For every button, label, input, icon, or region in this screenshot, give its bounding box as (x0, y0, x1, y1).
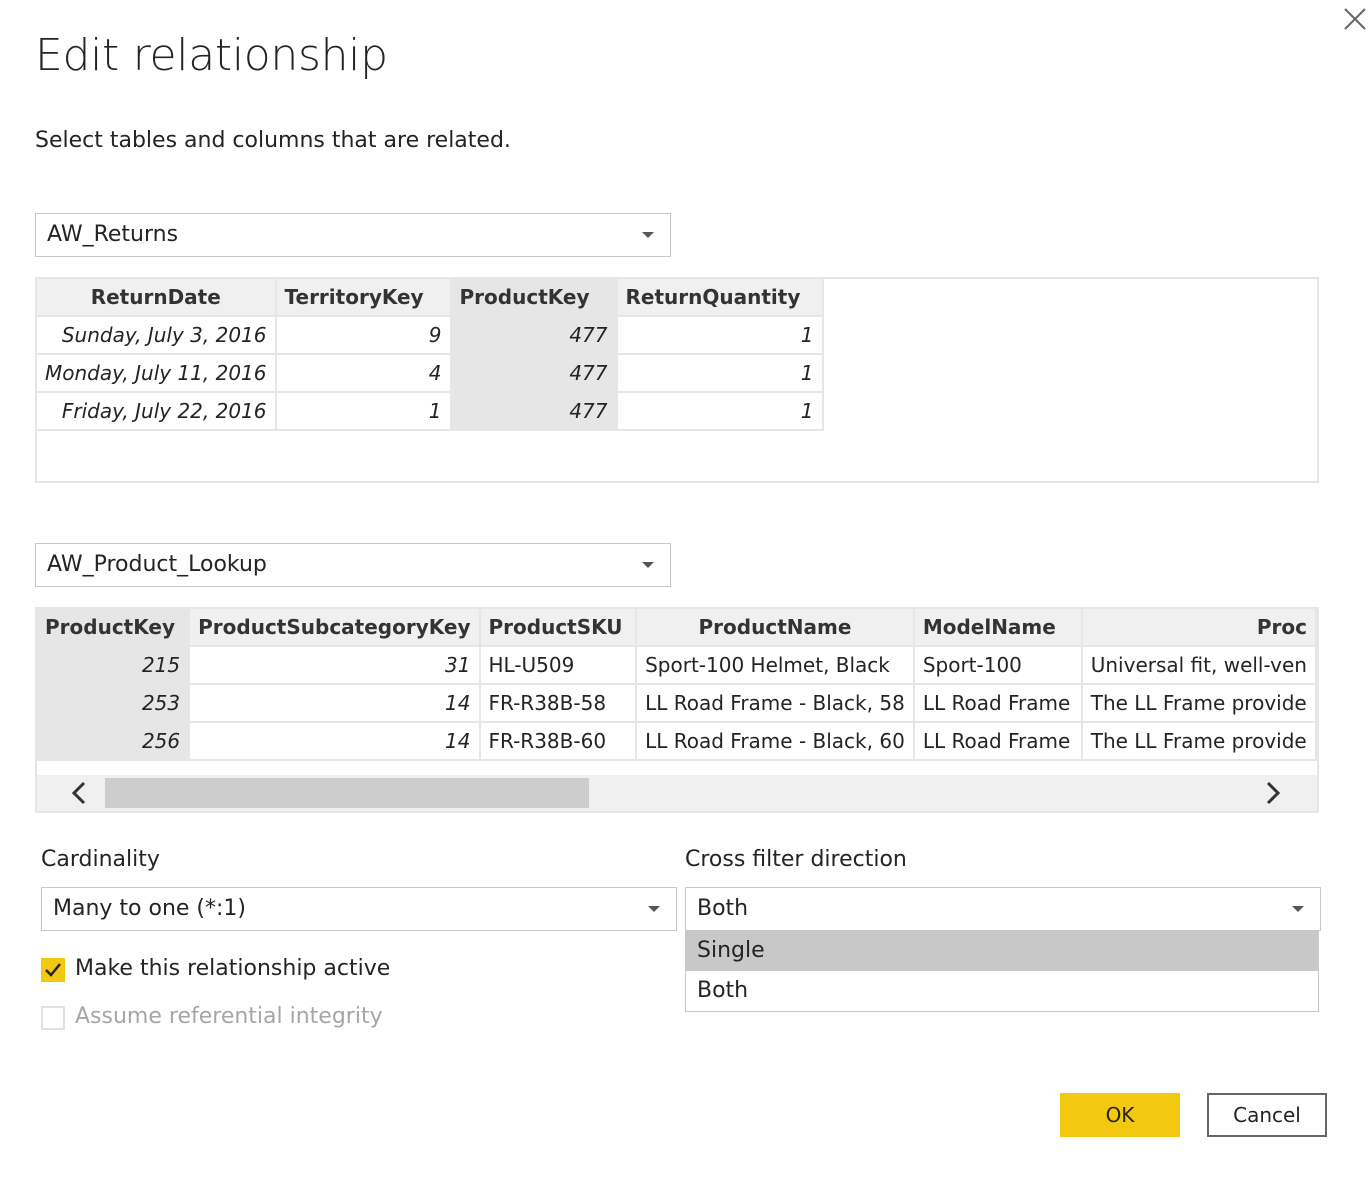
table-cell: 215 (37, 645, 191, 685)
table2-select[interactable]: AW_Product_Lookup (35, 543, 671, 587)
table1-select-value: AW_Returns (47, 222, 179, 247)
cross-filter-value: Both (697, 896, 749, 921)
dialog-subtitle: Select tables and columns that are relat… (35, 128, 511, 153)
table-cell: 14 (188, 683, 481, 723)
table1-header-row: ReturnDate TerritoryKey ProductKey Retur… (37, 279, 824, 317)
table1-preview: ReturnDate TerritoryKey ProductKey Retur… (35, 277, 1319, 483)
table-cell: Sunday, July 3, 2016 (37, 315, 277, 355)
cardinality-value: Many to one (*:1) (53, 896, 247, 921)
table-cell: LL Road Frame - Black, 60 (635, 721, 915, 761)
column-header[interactable]: TerritoryKey (274, 279, 452, 317)
table2-preview: ProductKey ProductSubcategoryKey Product… (35, 607, 1319, 813)
integrity-checkbox-label: Assume referential integrity (75, 1004, 383, 1029)
table-cell: Monday, July 11, 2016 (37, 353, 277, 393)
table-cell: LL Road Frame - Black, 58 (635, 683, 915, 723)
cross-filter-label: Cross filter direction (685, 847, 907, 872)
column-header[interactable]: ModelName (912, 609, 1083, 647)
close-button[interactable] (1340, 4, 1370, 34)
table-cell: LL Road Frame (912, 683, 1083, 723)
integrity-checkbox[interactable] (41, 1006, 65, 1030)
dropdown-option-single[interactable]: Single (686, 931, 1318, 971)
active-checkbox[interactable] (41, 958, 65, 982)
table-cell: FR-R38B-58 (478, 683, 638, 723)
table-cell: 256 (37, 721, 191, 761)
scrollbar-thumb[interactable] (105, 778, 589, 808)
chevron-right-icon[interactable] (1263, 778, 1283, 811)
table-row: Monday, July 11, 2016 4 477 1 (37, 353, 824, 393)
table-cell: LL Road Frame (912, 721, 1083, 761)
table-cell: 477 (449, 391, 618, 431)
column-header-selected[interactable]: ProductKey (449, 279, 618, 317)
table-row: 253 14 FR-R38B-58 LL Road Frame - Black,… (37, 683, 1317, 723)
column-header[interactable]: ReturnDate (37, 279, 277, 317)
table-cell: 1 (615, 315, 824, 355)
dialog-title: Edit relationship (35, 30, 388, 81)
chevron-down-icon (1292, 906, 1304, 912)
cardinality-label: Cardinality (41, 847, 160, 872)
table1-select[interactable]: AW_Returns (35, 213, 671, 257)
table-row: 215 31 HL-U509 Sport-100 Helmet, Black S… (37, 645, 1317, 685)
active-checkbox-label[interactable]: Make this relationship active (75, 956, 390, 981)
column-header[interactable]: ReturnQuantity (615, 279, 824, 317)
table2-grid: ProductKey ProductSubcategoryKey Product… (37, 609, 1317, 761)
table-row: Friday, July 22, 2016 1 477 1 (37, 391, 824, 431)
cross-filter-select[interactable]: Both (685, 887, 1321, 931)
table-cell: 477 (449, 315, 618, 355)
table-cell: Universal fit, well-ven (1080, 645, 1317, 685)
table-cell: 1 (615, 353, 824, 393)
ok-button[interactable]: OK (1060, 1093, 1180, 1137)
table-cell: 14 (188, 721, 481, 761)
table-cell: The LL Frame provide (1080, 721, 1317, 761)
table2-select-value: AW_Product_Lookup (47, 552, 267, 577)
table-cell: HL-U509 (478, 645, 638, 685)
cross-filter-dropdown-list: Single Both (685, 930, 1319, 1012)
table-cell: 31 (188, 645, 481, 685)
cardinality-select[interactable]: Many to one (*:1) (41, 887, 677, 931)
dropdown-option-both[interactable]: Both (686, 971, 1318, 1011)
table-cell: The LL Frame provide (1080, 683, 1317, 723)
table-cell: 1 (274, 391, 452, 431)
chevron-down-icon (642, 232, 654, 238)
table-cell: 9 (274, 315, 452, 355)
table-cell: 4 (274, 353, 452, 393)
table-cell: FR-R38B-60 (478, 721, 638, 761)
column-header-selected[interactable]: ProductKey (37, 609, 191, 647)
chevron-down-icon (642, 562, 654, 568)
check-icon (45, 963, 61, 977)
table-row: Sunday, July 3, 2016 9 477 1 (37, 315, 824, 355)
close-icon (1344, 8, 1366, 30)
table-cell: Friday, July 22, 2016 (37, 391, 277, 431)
table-cell: Sport-100 (912, 645, 1083, 685)
column-header[interactable]: Proc (1080, 609, 1317, 647)
chevron-down-icon (648, 906, 660, 912)
table-cell: 1 (615, 391, 824, 431)
table-cell: 253 (37, 683, 191, 723)
column-header[interactable]: ProductSubcategoryKey (188, 609, 481, 647)
chevron-left-icon[interactable] (69, 778, 89, 811)
cancel-button[interactable]: Cancel (1207, 1093, 1327, 1137)
table-row: 256 14 FR-R38B-60 LL Road Frame - Black,… (37, 721, 1317, 761)
table-cell: 477 (449, 353, 618, 393)
column-header[interactable]: ProductName (635, 609, 915, 647)
column-header[interactable]: ProductSKU (478, 609, 638, 647)
horizontal-scrollbar[interactable] (37, 775, 1317, 811)
table2-header-row: ProductKey ProductSubcategoryKey Product… (37, 609, 1317, 647)
table1-grid: ReturnDate TerritoryKey ProductKey Retur… (37, 279, 824, 431)
table-cell: Sport-100 Helmet, Black (635, 645, 915, 685)
